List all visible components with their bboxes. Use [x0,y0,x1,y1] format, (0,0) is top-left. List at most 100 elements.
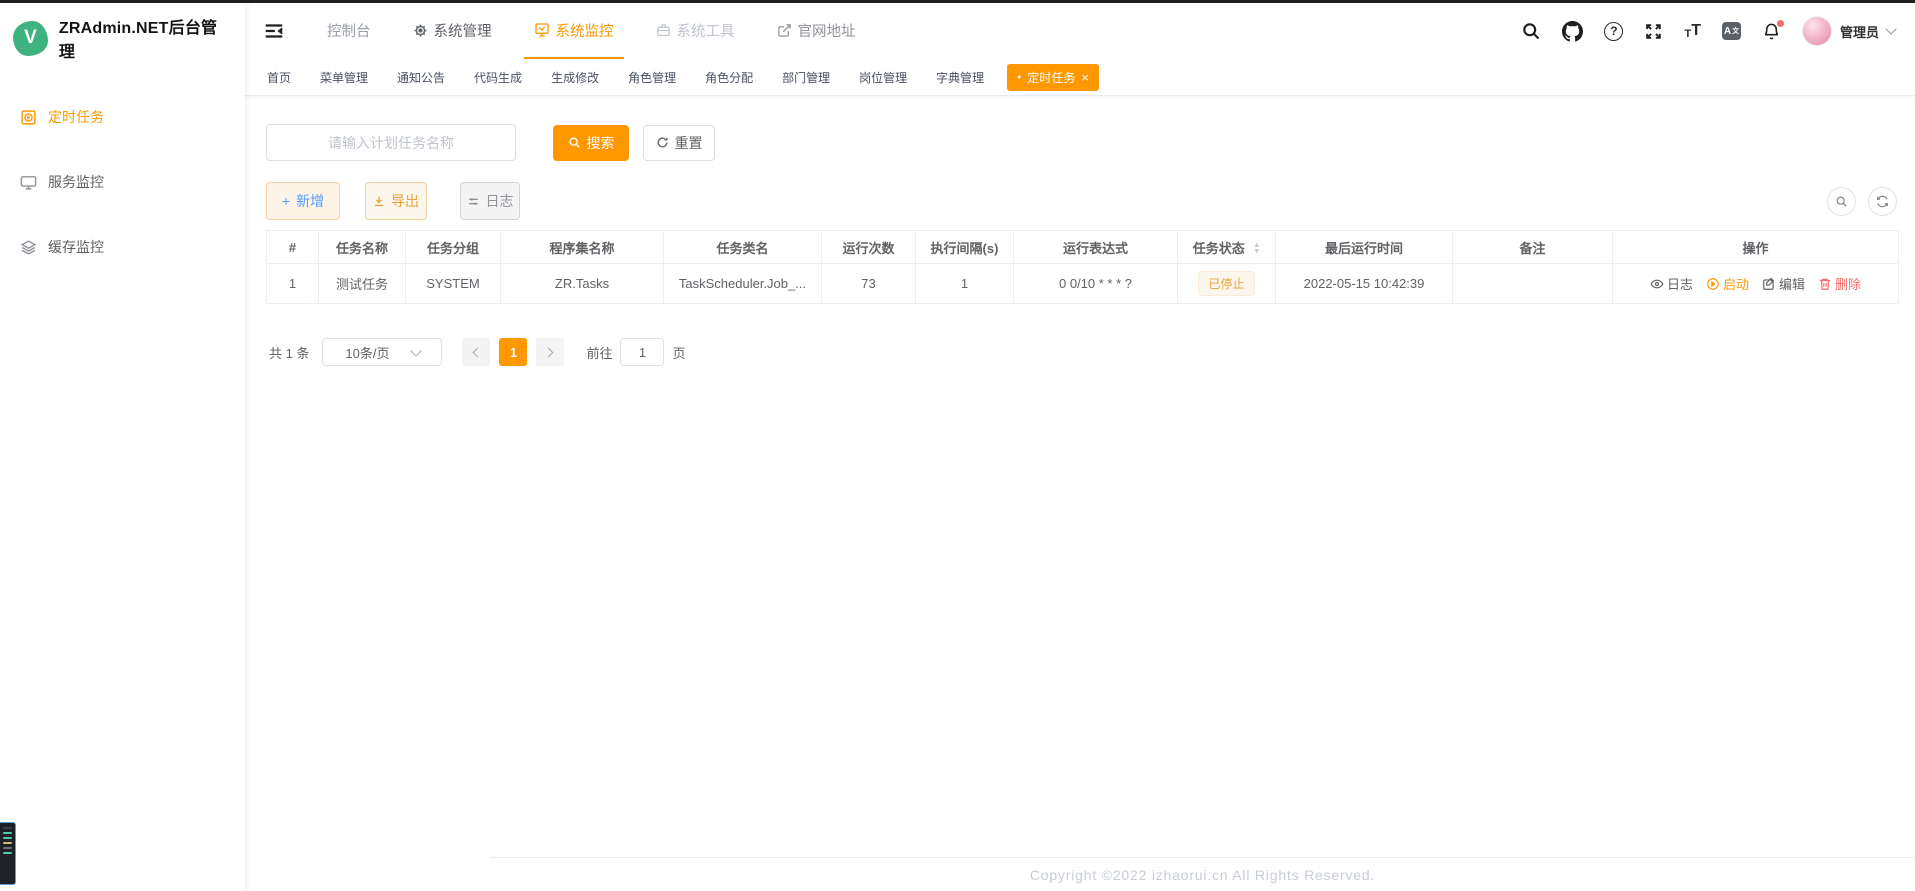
tab-role-management[interactable]: 角色管理 [622,64,682,91]
github-icon[interactable] [1562,21,1583,42]
sidebar: V ZRAdmin.NET后台管理 定时任务 服务监控 缓存监控 [0,3,245,891]
tab-notice[interactable]: 通知公告 [391,64,451,91]
row-delete-action[interactable]: 删除 [1818,274,1861,293]
col-status-label: 任务状态 [1193,241,1245,256]
tab-post-management[interactable]: 岗位管理 [853,64,913,91]
row-start-action[interactable]: 启动 [1706,274,1749,293]
menu-label: 官网地址 [798,20,856,41]
table-row[interactable]: 1 测试任务 SYSTEM ZR.Tasks TaskScheduler.Job… [267,264,1899,304]
app-logo-row[interactable]: V ZRAdmin.NET后台管理 [0,3,245,72]
close-icon[interactable]: × [1081,71,1089,84]
search-icon[interactable] [1521,21,1541,41]
cell-run-count: 73 [822,264,916,304]
tab-department-management[interactable]: 部门管理 [776,64,836,91]
col-class: 任务类名 [664,231,822,264]
page-size-value: 10条/页 [345,343,389,362]
add-button-label: 新增 [296,191,324,211]
search-button[interactable]: 搜索 [553,125,629,161]
sort-down-icon[interactable]: ▼ [1253,249,1260,255]
top-menu-system-monitor[interactable]: 系统监控 [524,3,624,59]
cell-class: TaskScheduler.Job_... [664,264,822,304]
tab-code-generation[interactable]: 代码生成 [468,64,528,91]
goto-page-input[interactable] [620,338,664,366]
col-assembly: 程序集名称 [501,231,664,264]
gear-icon [413,23,428,38]
col-cron: 运行表达式 [1014,231,1178,264]
sidebar-collapse-icon[interactable] [263,20,285,42]
row-edit-action[interactable]: 编辑 [1762,274,1805,293]
top-menu-console[interactable]: 控制台 [317,3,381,59]
sidebar-item-cache-monitor[interactable]: 缓存监控 [0,218,245,276]
plus-icon: + [282,193,290,209]
cell-task-name: 测试任务 [319,264,406,304]
reset-button-label: 重置 [675,133,703,153]
show-search-button[interactable] [1827,187,1856,216]
top-menu-system-management[interactable]: 系统管理 [403,3,502,59]
top-menu-official-site[interactable]: 官网地址 [767,3,866,59]
page-size-select[interactable]: 10条/页 [322,338,442,366]
header-actions: ? TT A文 管理 [1521,16,1895,46]
reset-button[interactable]: 重置 [643,125,715,161]
chevron-left-icon [473,347,483,357]
page-number-1[interactable]: 1 [499,338,527,366]
translate-icon[interactable]: A文 [1722,22,1741,40]
sort-icon[interactable]: ▲ ▼ [1253,243,1260,255]
sidebar-item-scheduled-tasks[interactable]: 定时任务 [0,88,245,146]
cell-status: 已停止 [1178,264,1276,304]
minimized-dock-widget[interactable] [0,822,16,885]
refresh-icon [1876,195,1889,208]
main-area: 控制台 系统管理 系统监控 系统工具 [245,3,1915,891]
page-content: 搜索 重置 + 新增 导出 [245,96,1915,366]
pagination-total: 共 1 条 [269,343,309,362]
search-button-label: 搜索 [587,133,615,153]
export-button-label: 导出 [391,191,419,211]
sidebar-item-service-monitor[interactable]: 服务监控 [0,153,245,211]
add-button[interactable]: + 新增 [266,182,340,220]
top-navbar: 控制台 系统管理 系统监控 系统工具 [245,3,1915,59]
col-task-name: 任务名称 [319,231,406,264]
avatar [1802,16,1832,46]
tab-role-assignment[interactable]: 角色分配 [699,64,759,91]
tab-scheduled-tasks-active[interactable]: ● 定时任务 × [1007,64,1099,91]
tab-home[interactable]: 首页 [261,64,297,91]
next-page-button[interactable] [536,338,564,366]
user-menu[interactable]: 管理员 [1802,16,1895,46]
translate-wen-glyph: 文 [1732,26,1739,36]
page-unit-label: 页 [672,343,685,362]
footer: Copyright ©2022 izhaorui.cn All Rights R… [490,857,1915,891]
row-start-label: 启动 [1723,274,1749,293]
export-button[interactable]: 导出 [365,182,427,220]
tab-label: 定时任务 [1027,69,1075,86]
cell-cron: 0 0/10 * * * ? [1014,264,1178,304]
prev-page-button[interactable] [462,338,490,366]
cell-actions: 日志 启动 [1613,264,1899,304]
tab-dictionary-management[interactable]: 字典管理 [930,64,990,91]
bell-icon[interactable] [1762,22,1781,41]
log-button[interactable]: 日志 [460,182,520,220]
search-icon [1835,195,1848,208]
tab-generation-edit[interactable]: 生成修改 [545,64,605,91]
tasks-table: # 任务名称 任务分组 程序集名称 任务类名 运行次数 执行间隔(s) 运行表达… [266,230,1899,304]
notification-badge [1777,20,1784,27]
help-icon[interactable]: ? [1604,22,1623,41]
row-log-label: 日志 [1667,274,1693,293]
eye-icon [1650,277,1664,291]
top-menu-system-tools[interactable]: 系统工具 [646,3,745,59]
trash-icon [1818,277,1832,291]
col-actions: 操作 [1613,231,1899,264]
chevron-right-icon [544,347,554,357]
menu-label: 系统工具 [677,20,735,41]
fullscreen-icon[interactable] [1644,22,1663,41]
col-status[interactable]: 任务状态 ▲ ▼ [1178,231,1276,264]
task-name-input[interactable] [266,124,516,161]
copyright-text: Copyright ©2022 izhaorui.cn All Rights R… [1030,867,1375,883]
user-name: 管理员 [1840,22,1879,41]
font-size-icon[interactable]: TT [1684,22,1701,40]
tab-menu-management[interactable]: 菜单管理 [314,64,374,91]
refresh-table-button[interactable] [1868,187,1897,216]
row-log-action[interactable]: 日志 [1650,274,1693,293]
tags-view-bar: 首页 菜单管理 通知公告 代码生成 生成修改 角色管理 角色分配 部门管理 岗位… [245,59,1915,96]
edit-icon [1762,277,1776,291]
search-form: 搜索 重置 [266,124,1899,161]
monitor-icon [20,174,37,191]
